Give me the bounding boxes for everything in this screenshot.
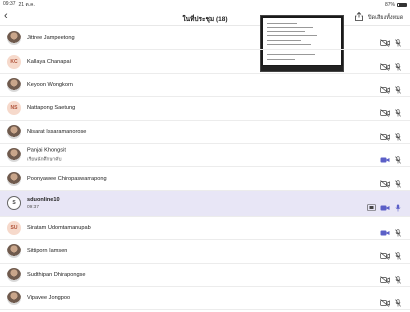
participant-row[interactable]: KC Kallaya Chanapai <box>0 50 410 74</box>
participant-info: Kallaya Chanapai <box>27 59 71 65</box>
camera-off-icon <box>380 104 390 118</box>
participant-info: sduonline10 09:37 <box>27 197 60 210</box>
participant-info: Siratam Udomtamanupab <box>27 225 91 231</box>
participant-info: Nisarat Issaramanorose <box>27 129 86 135</box>
participant-row[interactable]: Nisarat Issaramanorose <box>0 121 410 144</box>
participant-status: เรียนนักศึกษาคับ <box>27 156 62 162</box>
participant-name: Siratam Udomtamanupab <box>27 224 91 231</box>
avatar: NS <box>7 101 21 116</box>
mic-muted-icon <box>395 175 401 188</box>
avatar: KC <box>7 54 21 69</box>
participant-name: Sudthipan Dhirapongse <box>27 271 86 278</box>
participant-row[interactable]: NS Nattapong Saetung <box>0 97 410 121</box>
avatar <box>7 148 21 163</box>
camera-on-icon <box>380 224 390 236</box>
participant-row[interactable]: Panjai Khongsit เรียนนักศึกษาคับ <box>0 144 410 168</box>
battery-percent: 87% <box>384 1 395 8</box>
status-time: 09:37 <box>3 0 16 7</box>
mic-muted-icon <box>395 128 401 141</box>
participant-info: Jittree Jampeetong <box>27 35 75 41</box>
mic-muted-icon <box>395 271 401 284</box>
participant-name: Nattapong Saetung <box>27 105 76 112</box>
avatar <box>7 31 21 46</box>
mic-muted-icon <box>395 151 401 164</box>
header: ‹ ในที่ประชุม (18) ปิดเสียงทั้งหมด <box>0 9 410 26</box>
participant-name: sduonline10 <box>27 196 60 203</box>
camera-on-icon <box>380 151 390 163</box>
participant-name: Jittree Jampeetong <box>27 35 75 42</box>
camera-off-icon <box>380 247 390 261</box>
camera-off-icon <box>380 271 390 284</box>
participant-row[interactable]: Vipavee Jongpoo <box>0 287 410 311</box>
mic-muted-icon <box>395 224 401 237</box>
participant-name: Panjai Khongsit <box>27 147 66 154</box>
camera-off-icon <box>380 128 390 141</box>
mute-all-button[interactable]: ปิดเสียงทั้งหมด <box>368 14 403 22</box>
mic-muted-icon <box>395 104 401 117</box>
camera-off-icon <box>380 294 390 307</box>
participant-info: Nattapong Saetung <box>27 105 75 111</box>
share-icon[interactable] <box>355 12 363 21</box>
participant-row[interactable]: Poonyawee Chiropaswarrapong <box>0 167 410 191</box>
camera-off-icon <box>380 175 390 188</box>
participant-row[interactable]: SU Siratam Udomtamanupab <box>0 217 410 241</box>
mic-muted-icon <box>395 81 401 94</box>
mic-muted-icon <box>395 58 401 71</box>
avatar <box>7 244 21 259</box>
battery-icon <box>397 2 407 7</box>
participant-name: Nisarat Issaramanorose <box>27 128 87 135</box>
participant-name: Kallaya Chanapai <box>27 58 71 65</box>
participant-list: Jittree Jampeetong KC Kallaya Chanapai Keyo… <box>0 27 410 311</box>
participant-info: Keyoon Wongkorn <box>27 82 73 88</box>
mic-muted-icon <box>395 294 401 307</box>
avatar <box>7 124 21 139</box>
participant-row[interactable]: Jittree Jampeetong <box>0 27 410 51</box>
participant-info: Poonyawee Chiropaswarrapong <box>27 176 107 182</box>
mic-on-icon <box>395 199 401 212</box>
participant-info: Panjai Khongsit เรียนนักศึกษาคับ <box>27 147 66 163</box>
mic-muted-icon <box>395 247 401 260</box>
participant-info: Sudthipan Dhirapongse <box>27 272 85 278</box>
avatar: SU <box>7 220 21 235</box>
camera-off-icon <box>380 34 390 47</box>
participant-info: Sittiporn Iamsen <box>27 248 67 254</box>
status-date: 21 ต.ค. <box>18 1 35 8</box>
participant-row[interactable]: Ssduonline10 09:37 <box>0 190 410 217</box>
avatar <box>7 267 21 282</box>
participant-info: Vipavee Jongpoo <box>27 295 70 301</box>
participant-row[interactable]: Sittiporn Iamsen <box>0 240 410 264</box>
participant-row[interactable]: Sudthipan Dhirapongse <box>0 264 410 287</box>
avatar: S <box>7 196 21 211</box>
avatar <box>7 77 21 92</box>
camera-on-icon <box>380 199 390 211</box>
camera-off-icon <box>380 81 390 94</box>
avatar <box>7 291 21 306</box>
participant-name: Sittiporn Iamsen <box>27 248 68 255</box>
avatar <box>7 171 21 186</box>
participant-name: Poonyawee Chiropaswarrapong <box>27 175 107 182</box>
participant-row[interactable]: Keyoon Wongkorn <box>0 74 410 98</box>
mic-muted-icon <box>395 34 401 47</box>
page-title: ในที่ประชุม (18) <box>182 16 228 23</box>
participant-name: Vipavee Jongpoo <box>27 295 71 302</box>
participant-status: 09:37 <box>27 204 40 210</box>
screen-share-icon <box>367 199 376 212</box>
status-bar: 09:37 21 ต.ค. 87% <box>0 0 410 9</box>
participant-name: Keyoon Wongkorn <box>27 81 73 88</box>
camera-off-icon <box>380 58 390 71</box>
